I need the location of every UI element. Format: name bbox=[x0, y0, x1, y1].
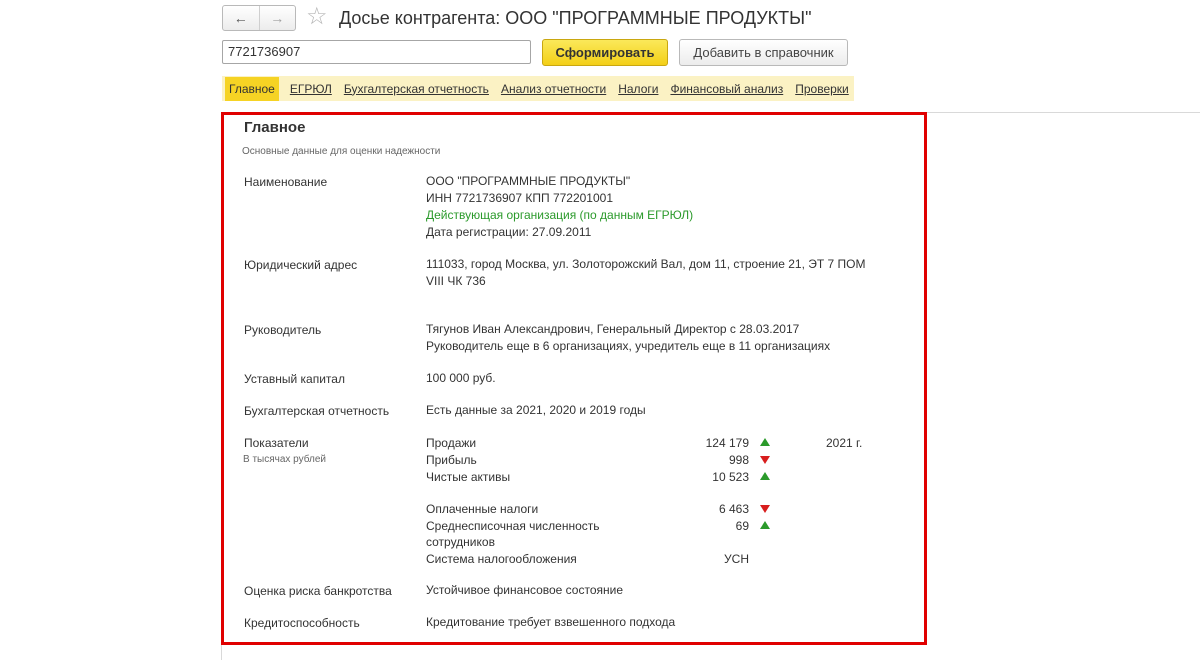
section-subheading: Основные данные для оценки надежности bbox=[242, 146, 441, 157]
add-to-directory-button[interactable]: Добавить в справочник bbox=[679, 39, 848, 66]
address-value: 111033, город Москва, ул. Золоторожский … bbox=[426, 257, 866, 271]
tab-main[interactable]: Главное bbox=[225, 76, 279, 101]
bankruptcy-risk-value: Устойчивое финансовое состояние bbox=[426, 583, 624, 597]
reporting-value: Есть данные за 2021, 2020 и 2019 годы bbox=[426, 403, 646, 417]
tab-report-analysis[interactable]: Анализ отчетности bbox=[501, 82, 606, 96]
indicator-name: Продажи bbox=[426, 436, 477, 450]
registration-date-value: Дата регистрации: 27.09.2011 bbox=[426, 225, 592, 239]
address-label: Юридический адрес bbox=[244, 258, 358, 272]
trend-up-icon bbox=[760, 472, 770, 480]
indicators-year: 2021 г. bbox=[826, 436, 863, 450]
arrow-left-icon: ← bbox=[233, 10, 248, 26]
tab-taxes[interactable]: Налоги bbox=[618, 82, 658, 96]
tab-inspections[interactable]: Проверки bbox=[795, 82, 849, 96]
generate-button[interactable]: Сформировать bbox=[542, 39, 668, 66]
indicator-name: Прибыль bbox=[426, 453, 477, 467]
indicator-value: 6 463 bbox=[718, 502, 749, 516]
indicator-name: Система налогообложения bbox=[426, 552, 577, 566]
forward-button[interactable]: → bbox=[258, 6, 296, 30]
trend-up-icon bbox=[760, 521, 770, 529]
indicator-value: 998 bbox=[728, 453, 749, 467]
arrow-right-icon: → bbox=[270, 10, 285, 26]
director-affiliations-value: Руководитель еще в 6 организациях, учред… bbox=[426, 339, 831, 353]
status-value: Действующая организация (по данным ЕГРЮЛ… bbox=[426, 208, 694, 222]
tab-egrul[interactable]: ЕГРЮЛ bbox=[290, 82, 332, 96]
back-button[interactable]: ← bbox=[223, 6, 259, 30]
indicator-name: Чистые активы bbox=[426, 470, 511, 484]
director-value: Тягунов Иван Александрович, Генеральный … bbox=[426, 322, 800, 336]
indicator-value: УСН bbox=[724, 552, 749, 566]
indicator-value: 124 179 bbox=[705, 436, 749, 450]
navigation-buttons: ← → bbox=[222, 5, 296, 31]
inn-kpp-value: ИНН 7721736907 КПП 772201001 bbox=[426, 191, 614, 205]
trend-up-icon bbox=[760, 438, 770, 446]
indicator-name: Оплаченные налоги bbox=[426, 502, 539, 516]
indicators-unit-note: В тысячах рублей bbox=[243, 454, 327, 465]
name-value: ООО "ПРОГРАММНЫЕ ПРОДУКТЫ" bbox=[426, 174, 631, 188]
star-icon[interactable]: ☆ bbox=[306, 3, 328, 31]
indicator-value: 10 523 bbox=[712, 470, 749, 484]
indicator-name-continued: сотрудников bbox=[426, 535, 495, 549]
section-tabs: Главное ЕГРЮЛ Бухгалтерская отчетность А… bbox=[222, 76, 854, 101]
name-label: Наименование bbox=[244, 175, 328, 189]
capital-label: Уставный капитал bbox=[244, 372, 345, 386]
section-heading: Главное bbox=[244, 119, 306, 136]
director-label: Руководитель bbox=[244, 323, 322, 337]
capital-value: 100 000 руб. bbox=[426, 371, 496, 385]
indicators-label: Показатели bbox=[244, 436, 309, 450]
divider bbox=[924, 112, 1200, 113]
creditworthiness-label: Кредитоспособность bbox=[244, 616, 360, 630]
tab-financial-analysis[interactable]: Финансовый анализ bbox=[670, 82, 783, 96]
trend-down-icon bbox=[760, 456, 770, 464]
indicator-value: 69 bbox=[735, 519, 749, 533]
tab-accounting-reports[interactable]: Бухгалтерская отчетность bbox=[344, 82, 489, 96]
trend-down-icon bbox=[760, 505, 770, 513]
creditworthiness-value: Кредитование требует взвешенного подхода bbox=[426, 615, 676, 629]
address-value-line2: VIII ЧК 736 bbox=[426, 274, 486, 288]
page-title: Досье контрагента: ООО "ПРОГРАММНЫЕ ПРОД… bbox=[339, 8, 812, 28]
indicator-name: Среднесписочная численность bbox=[426, 519, 600, 533]
bankruptcy-risk-label: Оценка риска банкротства bbox=[244, 584, 392, 598]
reporting-label: Бухгалтерская отчетность bbox=[244, 404, 390, 418]
inn-search-input[interactable]: 7721736907 bbox=[222, 40, 531, 64]
